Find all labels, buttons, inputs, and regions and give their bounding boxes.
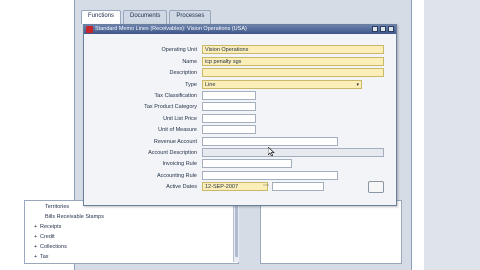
scrollbar-thumb[interactable] — [235, 202, 238, 257]
tab-documents[interactable]: Documents — [123, 10, 168, 24]
account-description-label: Account Description — [148, 150, 197, 156]
dialog-title: Standard Memo Lines (Receivables): Visio… — [95, 26, 247, 32]
unit-of-measure-field[interactable] — [202, 125, 256, 134]
tree-item-label: Receipts — [40, 224, 62, 230]
navigator-tabs: Functions Documents Processes — [81, 10, 212, 24]
tree-scrollbar[interactable] — [233, 200, 239, 262]
operating-unit-field[interactable]: Vision Operations — [202, 45, 384, 54]
tree-item-receipts[interactable]: + Receipts — [34, 224, 61, 230]
description-label: Description — [169, 70, 197, 76]
tree-item-bills-receivable-stamps[interactable]: Bills Receivable Stamps — [45, 214, 104, 220]
close-icon[interactable] — [388, 26, 394, 32]
tree-item-credit[interactable]: + Credit — [34, 234, 55, 240]
chevron-down-icon: ▾ — [356, 82, 359, 88]
tax-product-category-field[interactable] — [202, 102, 256, 111]
minimize-icon[interactable] — [372, 26, 378, 32]
revenue-account-field[interactable] — [202, 137, 338, 146]
tax-product-category-label: Tax Product Category — [144, 104, 197, 110]
tree-item-label: Credit — [40, 234, 55, 240]
unit-list-price-label: Unit List Price — [163, 116, 197, 122]
tab-functions[interactable]: Functions — [81, 10, 122, 24]
tree-item-label: Bills Receivable Stamps — [45, 214, 104, 220]
revenue-account-label: Revenue Account — [153, 139, 197, 145]
accounting-rule-label: Accounting Rule — [156, 173, 197, 179]
calendar-icon[interactable]: ⋯ — [263, 182, 269, 189]
descriptive-flexfield[interactable] — [368, 181, 384, 193]
tax-classification-field[interactable] — [202, 91, 256, 100]
type-label: Type — [185, 82, 197, 88]
right-background-panel — [424, 0, 480, 270]
tab-processes[interactable]: Processes — [169, 10, 212, 24]
type-select[interactable]: Line ▾ — [202, 80, 362, 89]
navigator-document-pane — [260, 200, 402, 264]
tree-item-tax[interactable]: + Tax — [34, 254, 49, 260]
name-field[interactable]: icp penalty sgs — [202, 57, 384, 66]
mouse-pointer-icon — [268, 147, 275, 156]
tree-item-territories[interactable]: Territories — [45, 204, 69, 210]
tax-classification-label: Tax Classification — [154, 93, 198, 99]
dialog-titlebar[interactable]: Standard Memo Lines (Receivables): Visio… — [84, 25, 396, 34]
oracle-app-icon — [86, 26, 93, 33]
tree-item-collections[interactable]: + Collections — [34, 244, 67, 250]
maximize-icon[interactable] — [380, 26, 386, 32]
type-value: Line — [205, 82, 216, 88]
invoicing-rule-field[interactable] — [202, 159, 292, 168]
unit-list-price-field[interactable] — [202, 114, 256, 123]
tree-item-label: Collections — [40, 244, 67, 250]
active-date-from-field[interactable]: 12-SEP-2007 — [202, 182, 268, 191]
unit-of-measure-label: Unit of Measure — [158, 127, 197, 133]
name-label: Name — [182, 59, 197, 65]
account-description-field — [202, 148, 384, 157]
active-dates-label: Active Dates — [166, 184, 197, 190]
operating-unit-label: Operating Unit — [161, 47, 197, 53]
tree-item-label: Tax — [40, 254, 49, 260]
invoicing-rule-label: Invoicing Rule — [162, 161, 197, 167]
accounting-rule-field[interactable] — [202, 171, 338, 180]
tree-item-label: Territories — [45, 204, 70, 210]
description-field[interactable] — [202, 68, 384, 77]
active-date-to-field[interactable] — [272, 182, 324, 191]
navigator-tree: Territories Bills Receivable Stamps + Rec… — [24, 200, 239, 264]
